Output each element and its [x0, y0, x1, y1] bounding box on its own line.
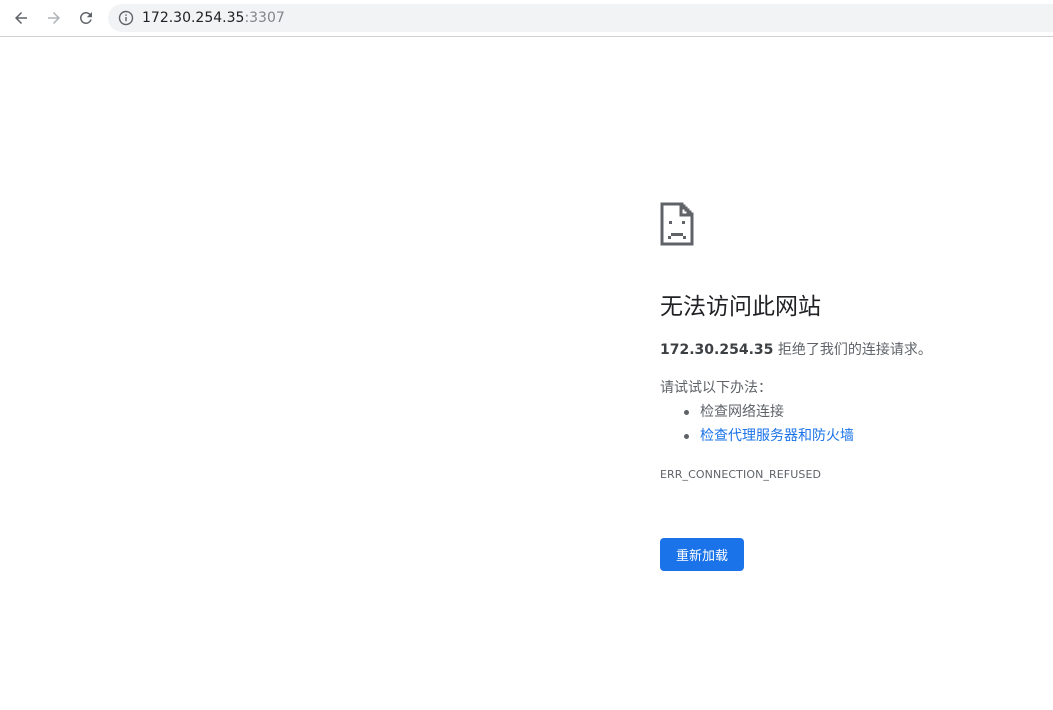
suggestions-heading: 请试试以下办法： — [660, 380, 772, 396]
url-port: :3307 — [244, 10, 285, 26]
suggestion-check-proxy-link[interactable]: 检查代理服务器和防火墙 — [700, 428, 854, 444]
url-host: 172.30.254.35 — [142, 10, 245, 26]
back-button[interactable] — [9, 6, 33, 30]
arrow-left-icon — [15, 12, 27, 24]
suggestion-check-network: 检查网络连接 — [700, 404, 784, 420]
address-bar[interactable]: 172.30.254.35:3307 — [108, 4, 1053, 32]
suggestion-item: 检查代理服务器和防火墙 — [660, 426, 854, 450]
reload-button[interactable]: 重新加载 — [660, 538, 744, 571]
forward-button[interactable] — [42, 6, 66, 30]
error-code: ERR_CONNECTION_REFUSED — [660, 468, 822, 481]
error-title: 无法访问此网站 — [660, 294, 821, 320]
url-text[interactable]: 172.30.254.35:3307 — [142, 9, 285, 27]
suggestion-item: 检查网络连接 — [660, 402, 854, 426]
reload-icon — [79, 11, 92, 24]
info-circle-icon[interactable] — [118, 10, 134, 26]
reload-toolbar-button[interactable] — [74, 6, 98, 30]
browser-toolbar: 172.30.254.35:3307 — [0, 0, 1053, 37]
suggestions-list: 检查网络连接 检查代理服务器和防火墙 — [660, 402, 854, 450]
error-description: 172.30.254.35 拒绝了我们的连接请求。 — [660, 340, 932, 360]
error-host: 172.30.254.35 — [660, 342, 774, 358]
arrow-right-icon — [48, 12, 60, 24]
error-message: 拒绝了我们的连接请求。 — [773, 342, 932, 358]
sad-document-icon — [660, 202, 694, 246]
